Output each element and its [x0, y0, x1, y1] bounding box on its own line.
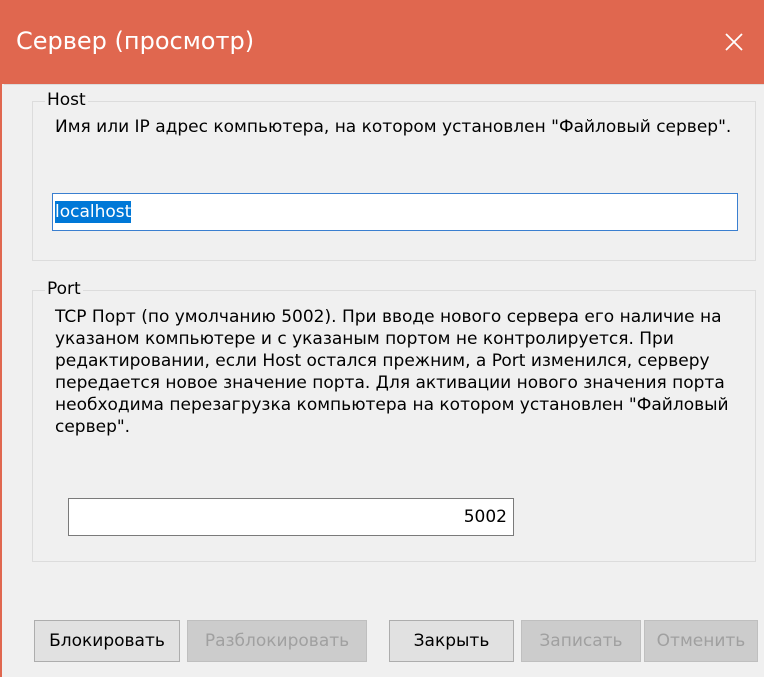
port-input-value: 5002 — [463, 507, 507, 527]
port-description: TCP Порт (по умолчанию 5002). При вводе … — [55, 307, 729, 437]
port-group-legend: Port — [45, 279, 83, 299]
host-group: Host Имя или IP адрес компьютера, на кот… — [32, 90, 756, 261]
port-input[interactable]: 5002 — [68, 498, 514, 536]
server-dialog: Сервер (просмотр) Host Имя или IP адрес … — [0, 0, 764, 677]
cancel-button[interactable]: Отменить — [644, 620, 758, 662]
unblock-button[interactable]: Разблокировать — [187, 620, 367, 662]
close-icon — [725, 33, 743, 51]
block-button[interactable]: Блокировать — [34, 620, 180, 662]
close-dialog-button[interactable]: Закрыть — [389, 620, 514, 662]
window-title: Сервер (просмотр) — [16, 27, 255, 55]
save-button[interactable]: Записать — [521, 620, 641, 662]
dialog-body: Host Имя или IP адрес компьютера, на кот… — [4, 84, 764, 677]
close-button[interactable] — [702, 0, 764, 84]
host-group-legend: Host — [45, 90, 88, 110]
host-input[interactable]: localhost — [52, 193, 738, 231]
host-description: Имя или IP адрес компьютера, на котором … — [55, 117, 732, 137]
title-bar[interactable]: Сервер (просмотр) — [2, 0, 764, 84]
host-input-value: localhost — [55, 201, 132, 223]
